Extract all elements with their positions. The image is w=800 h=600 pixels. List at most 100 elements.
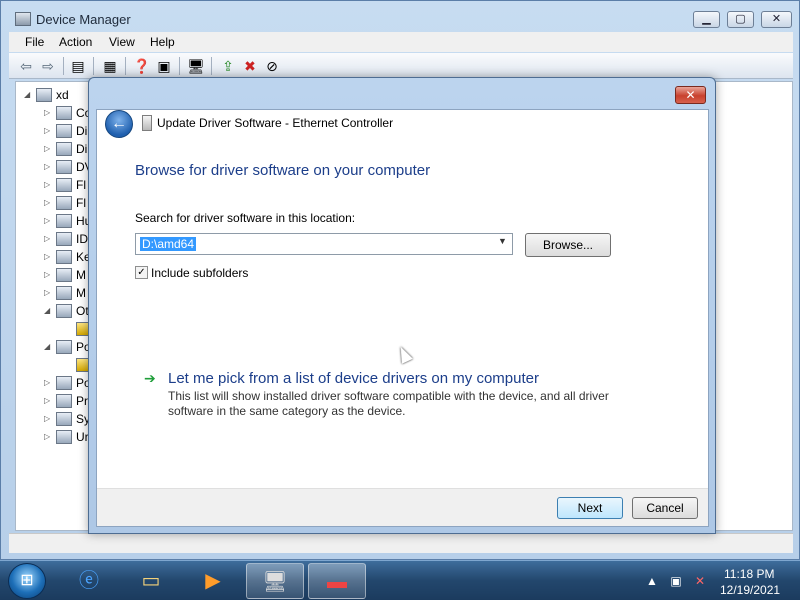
disable-icon[interactable]: ⊘ [263, 57, 281, 75]
collapse-icon[interactable]: ◢ [24, 86, 34, 104]
toolbar: ⇦ ⇨ ▤ ▦ ❓ ▣ 🖥 ⇪ ✖ ⊘ [9, 53, 793, 79]
title-bar[interactable]: Device Manager ▁ ▢ ✕ [1, 1, 800, 31]
minimize-icon: ▁ [702, 13, 711, 25]
folder-icon: ▭ [141, 570, 161, 592]
device-category-icon [56, 214, 72, 228]
computer-icon [36, 88, 52, 102]
include-subfolders-checkbox[interactable]: ✓ [135, 266, 148, 279]
device-category-icon [56, 376, 72, 390]
include-subfolders-label[interactable]: Include subfolders [151, 266, 248, 280]
tree-item-label: M [76, 286, 86, 300]
device-manager-icon [15, 12, 31, 26]
device-category-icon [56, 178, 72, 192]
tree-item-label: Fl [76, 178, 86, 192]
view-icon[interactable]: ▣ [155, 57, 173, 75]
expand-icon[interactable]: ▷ [44, 122, 54, 140]
device-manager-taskbar-button[interactable]: 🖥 [246, 563, 304, 599]
uninstall-icon[interactable]: ✖ [241, 57, 259, 75]
search-location-label: Search for driver software in this locat… [135, 211, 356, 225]
tree-item-label: Ur [76, 430, 89, 444]
start-button[interactable]: ⊞ [8, 563, 46, 599]
toolbox-icon: ▬ [327, 571, 347, 593]
expand-icon[interactable]: ▷ [44, 248, 54, 266]
menu-bar: File Action View Help [9, 32, 793, 52]
browse-button[interactable]: Browse... [525, 233, 611, 257]
expand-icon[interactable]: ▷ [44, 212, 54, 230]
tree-item-label: M [76, 268, 86, 282]
expand-icon[interactable]: ▷ [44, 428, 54, 446]
tree-item-label: Ot [76, 304, 89, 318]
toolbar-separator [93, 57, 94, 75]
expand-icon[interactable]: ▷ [44, 104, 54, 122]
close-icon: ✕ [685, 88, 696, 102]
media-player-icon: ▶ [205, 570, 221, 592]
device-category-icon [56, 412, 72, 426]
expand-icon[interactable]: ▷ [44, 158, 54, 176]
close-icon: ✕ [771, 13, 782, 25]
back-arrow-icon: ← [111, 115, 127, 132]
expand-icon[interactable]: ▷ [44, 230, 54, 248]
dialog-header: ← Update Driver Software - Ethernet Cont… [97, 110, 708, 141]
tree-item-label: Fl [76, 196, 86, 210]
dropdown-arrow-icon[interactable]: ▼ [498, 236, 507, 246]
menu-file[interactable]: File [25, 35, 44, 49]
forward-icon[interactable]: ⇨ [39, 57, 57, 75]
clock-date[interactable]: 12/19/2021 [720, 583, 780, 597]
expand-icon[interactable]: ▷ [44, 392, 54, 410]
collapse-icon[interactable]: ◢ [44, 302, 54, 320]
menu-view[interactable]: View [109, 35, 135, 49]
expand-icon[interactable]: ▷ [44, 374, 54, 392]
network-icon[interactable]: ▣ [668, 573, 684, 589]
maximize-button[interactable]: ▢ [727, 11, 754, 28]
expand-icon[interactable]: ▷ [44, 266, 54, 284]
media-player-taskbar-button[interactable]: ▶ [184, 563, 242, 599]
properties-icon[interactable]: ▦ [101, 57, 119, 75]
expand-icon[interactable]: ▷ [44, 284, 54, 302]
help-icon[interactable]: ❓ [133, 57, 151, 75]
window-title: Device Manager [36, 12, 131, 27]
tree-item-label: Pr [76, 394, 88, 408]
update-driver-icon[interactable]: ⇪ [219, 57, 237, 75]
menu-help[interactable]: Help [150, 35, 175, 49]
device-category-icon [56, 268, 72, 282]
menu-action[interactable]: Action [59, 35, 92, 49]
toolbox-taskbar-button[interactable]: ▬ [308, 563, 366, 599]
device-manager-icon: 🖥 [262, 571, 288, 593]
maximize-icon: ▢ [735, 13, 746, 25]
dialog-footer: Next Cancel [97, 488, 708, 526]
internet-explorer-icon: ⓔ [79, 570, 99, 592]
device-icon [142, 115, 152, 131]
tree-item-label: Di [76, 142, 88, 156]
internet-explorer-taskbar-button[interactable]: ⓔ [60, 563, 118, 599]
back-icon[interactable]: ⇦ [17, 57, 35, 75]
minimize-button[interactable]: ▁ [693, 11, 720, 28]
clock-time[interactable]: 11:18 PM [724, 567, 774, 581]
show-hidden-icons-icon[interactable]: ▲ [644, 573, 660, 589]
dialog-close-button[interactable]: ✕ [675, 86, 706, 104]
expand-icon[interactable]: ▷ [44, 176, 54, 194]
green-arrow-icon: ➔ [144, 370, 156, 386]
scan-hardware-icon[interactable]: 🖥 [187, 57, 205, 75]
device-category-icon [56, 196, 72, 210]
tree-item-label: ID [76, 232, 88, 246]
device-category-icon [56, 160, 72, 174]
path-value[interactable]: D:\amd64 [140, 237, 197, 251]
back-button[interactable]: ← [105, 110, 133, 138]
device-category-icon [56, 286, 72, 300]
close-button[interactable]: ✕ [761, 11, 792, 28]
show-hide-tree-icon[interactable]: ▤ [69, 57, 87, 75]
volume-muted-icon[interactable]: ✕ [692, 573, 708, 589]
device-category-icon [56, 142, 72, 156]
expand-icon[interactable]: ▷ [44, 140, 54, 158]
next-button[interactable]: Next [557, 497, 623, 519]
device-category-icon [56, 430, 72, 444]
dialog-content: ← Update Driver Software - Ethernet Cont… [96, 109, 709, 527]
path-combobox[interactable]: D:\amd64 ▼ [135, 233, 513, 255]
expand-icon[interactable]: ▷ [44, 410, 54, 428]
expand-icon[interactable]: ▷ [44, 194, 54, 212]
collapse-icon[interactable]: ◢ [44, 338, 54, 356]
pick-from-list-link[interactable]: Let me pick from a list of device driver… [168, 370, 539, 387]
cancel-button[interactable]: Cancel [632, 497, 698, 519]
explorer-taskbar-button[interactable]: ▭ [122, 563, 180, 599]
tree-item-label: Di [76, 124, 88, 138]
